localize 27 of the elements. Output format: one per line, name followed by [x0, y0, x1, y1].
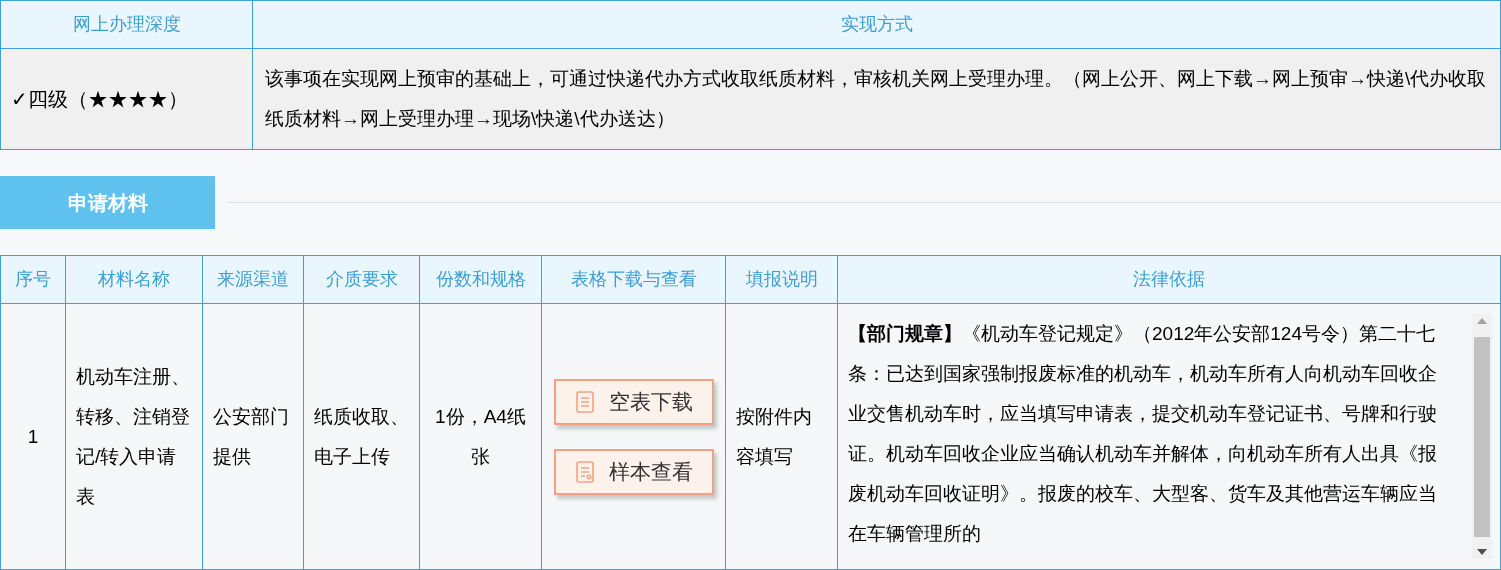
scrollbar-thumb[interactable]	[1474, 336, 1490, 537]
column-header: 法律依据	[1133, 269, 1205, 289]
column-header: 填报说明	[745, 269, 818, 289]
legal-basis-text: 【部门规章】《机动车登记规定》（2012年公安部124号令）第二十七条：已达到国家强制报废标准的机动车，机动车所有人向机动车回收企业交售机动车时，应当填写申请表，提交机动车登记证书、号牌和行驶证。机动车回收企业应当确认机动车并解体，向机动车所有人出具《报废机动车回收证明》。报废的校车、大型客、货车及其他营运车辆应当在车辆管理所的	[848, 322, 1438, 546]
column-header: 介质要求	[325, 269, 398, 289]
section-title: 申请材料	[0, 176, 215, 229]
column-header: 表格下载与查看	[570, 269, 697, 289]
depth-level: ✓四级（★★★★）	[11, 88, 188, 110]
material-name: 机动车注册、转移、注销登记/转入申请表	[76, 364, 191, 509]
view-sample-button[interactable]: 样本查看	[553, 448, 714, 495]
column-header: 来源渠道	[217, 269, 289, 289]
document-icon	[574, 390, 595, 413]
scroll-down-icon[interactable]	[1477, 549, 1487, 555]
method-description: 该事项在实现网上预审的基础上，可通过快递代办方式收取纸质材料，审核机关网上受理办理。（网上公开、网上下载→网上预审→快递\代办收取纸质材料→网上受理办理→现场\快递\代办送达）	[265, 67, 1488, 131]
row-number: 1	[26, 424, 40, 449]
column-header: 序号	[15, 269, 51, 289]
source-channel: 公安部门提供	[213, 404, 290, 469]
download-button[interactable]: 空表下载	[553, 378, 714, 425]
medium-requirement: 纸质收取、电子上传	[314, 404, 409, 469]
fill-instructions: 按附件内容填写	[736, 404, 813, 469]
column-header: 材料名称	[98, 269, 170, 289]
column-header: 网上办理深度	[72, 14, 181, 34]
document-icon	[574, 460, 595, 483]
scroll-up-icon[interactable]	[1477, 318, 1487, 324]
column-header: 实现方式	[840, 14, 913, 34]
column-header: 份数和规格	[435, 269, 526, 289]
copies-spec: 1份，A4纸张	[434, 404, 527, 469]
